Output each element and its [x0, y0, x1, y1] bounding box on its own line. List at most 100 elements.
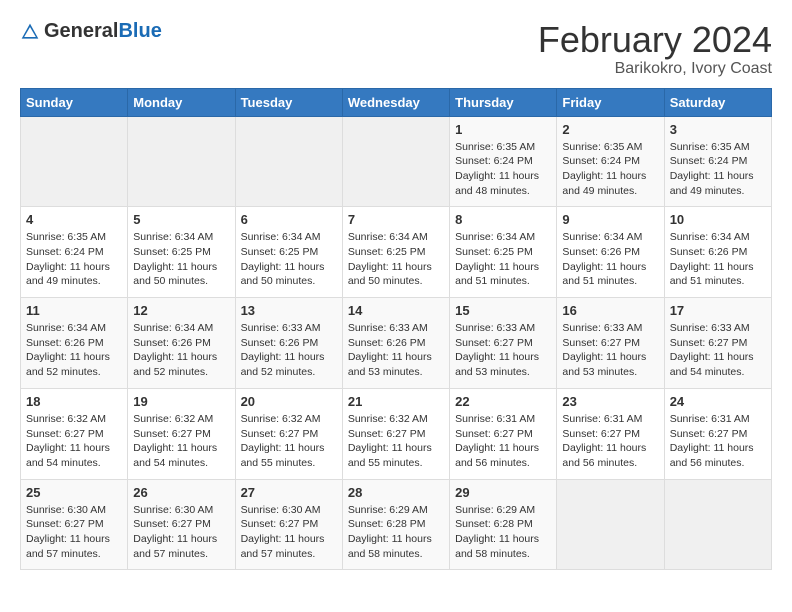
- header-cell-wednesday: Wednesday: [342, 88, 449, 116]
- day-detail: Sunrise: 6:33 AM Sunset: 6:26 PM Dayligh…: [241, 321, 337, 380]
- header-cell-thursday: Thursday: [450, 88, 557, 116]
- day-number: 24: [670, 394, 766, 409]
- day-detail: Sunrise: 6:31 AM Sunset: 6:27 PM Dayligh…: [455, 412, 551, 471]
- day-detail: Sunrise: 6:34 AM Sunset: 6:25 PM Dayligh…: [455, 230, 551, 289]
- calendar-cell: [235, 116, 342, 207]
- day-number: 28: [348, 485, 444, 500]
- day-detail: Sunrise: 6:29 AM Sunset: 6:28 PM Dayligh…: [348, 503, 444, 562]
- calendar-body: 1 Sunrise: 6:35 AM Sunset: 6:24 PM Daylig…: [21, 116, 772, 570]
- header-row: SundayMondayTuesdayWednesdayThursdayFrid…: [21, 88, 772, 116]
- day-number: 18: [26, 394, 122, 409]
- logo: GeneralBlue: [20, 20, 162, 43]
- day-detail: Sunrise: 6:31 AM Sunset: 6:27 PM Dayligh…: [562, 412, 658, 471]
- day-number: 10: [670, 212, 766, 227]
- calendar-cell: [342, 116, 449, 207]
- day-number: 25: [26, 485, 122, 500]
- day-detail: Sunrise: 6:34 AM Sunset: 6:25 PM Dayligh…: [133, 230, 229, 289]
- page-subtitle: Barikokro, Ivory Coast: [538, 60, 772, 78]
- day-number: 29: [455, 485, 551, 500]
- day-detail: Sunrise: 6:30 AM Sunset: 6:27 PM Dayligh…: [241, 503, 337, 562]
- calendar-cell: 12 Sunrise: 6:34 AM Sunset: 6:26 PM Dayli…: [128, 298, 235, 389]
- day-detail: Sunrise: 6:33 AM Sunset: 6:27 PM Dayligh…: [670, 321, 766, 380]
- calendar-week-row: 1 Sunrise: 6:35 AM Sunset: 6:24 PM Daylig…: [21, 116, 772, 207]
- day-number: 11: [26, 303, 122, 318]
- day-number: 20: [241, 394, 337, 409]
- calendar-cell: 28 Sunrise: 6:29 AM Sunset: 6:28 PM Dayli…: [342, 479, 449, 570]
- day-number: 14: [348, 303, 444, 318]
- day-number: 5: [133, 212, 229, 227]
- day-number: 2: [562, 122, 658, 137]
- day-detail: Sunrise: 6:34 AM Sunset: 6:25 PM Dayligh…: [348, 230, 444, 289]
- day-detail: Sunrise: 6:34 AM Sunset: 6:26 PM Dayligh…: [26, 321, 122, 380]
- calendar-cell: 2 Sunrise: 6:35 AM Sunset: 6:24 PM Daylig…: [557, 116, 664, 207]
- day-number: 22: [455, 394, 551, 409]
- day-detail: Sunrise: 6:32 AM Sunset: 6:27 PM Dayligh…: [348, 412, 444, 471]
- day-detail: Sunrise: 6:30 AM Sunset: 6:27 PM Dayligh…: [133, 503, 229, 562]
- day-number: 19: [133, 394, 229, 409]
- day-number: 21: [348, 394, 444, 409]
- calendar-week-row: 4 Sunrise: 6:35 AM Sunset: 6:24 PM Daylig…: [21, 207, 772, 298]
- day-number: 26: [133, 485, 229, 500]
- header-cell-monday: Monday: [128, 88, 235, 116]
- header-cell-friday: Friday: [557, 88, 664, 116]
- day-number: 9: [562, 212, 658, 227]
- day-number: 3: [670, 122, 766, 137]
- title-area: February 2024 Barikokro, Ivory Coast: [538, 20, 772, 78]
- calendar-cell: 7 Sunrise: 6:34 AM Sunset: 6:25 PM Daylig…: [342, 207, 449, 298]
- calendar-cell: 27 Sunrise: 6:30 AM Sunset: 6:27 PM Dayli…: [235, 479, 342, 570]
- header: GeneralBlue February 2024 Barikokro, Ivo…: [20, 20, 772, 78]
- logo-blue: Blue: [118, 20, 161, 42]
- header-cell-tuesday: Tuesday: [235, 88, 342, 116]
- day-number: 27: [241, 485, 337, 500]
- calendar-cell: 1 Sunrise: 6:35 AM Sunset: 6:24 PM Daylig…: [450, 116, 557, 207]
- calendar-week-row: 18 Sunrise: 6:32 AM Sunset: 6:27 PM Dayli…: [21, 388, 772, 479]
- header-cell-saturday: Saturday: [664, 88, 771, 116]
- day-detail: Sunrise: 6:29 AM Sunset: 6:28 PM Dayligh…: [455, 503, 551, 562]
- day-number: 8: [455, 212, 551, 227]
- day-number: 13: [241, 303, 337, 318]
- day-number: 16: [562, 303, 658, 318]
- calendar-cell: 23Sunrise: 6:31 AM Sunset: 6:27 PM Dayli…: [557, 388, 664, 479]
- calendar-cell: 5 Sunrise: 6:34 AM Sunset: 6:25 PM Daylig…: [128, 207, 235, 298]
- day-detail: Sunrise: 6:33 AM Sunset: 6:27 PM Dayligh…: [562, 321, 658, 380]
- calendar-cell: [664, 479, 771, 570]
- day-detail: Sunrise: 6:33 AM Sunset: 6:26 PM Dayligh…: [348, 321, 444, 380]
- day-number: 17: [670, 303, 766, 318]
- calendar-cell: 29 Sunrise: 6:29 AM Sunset: 6:28 PM Dayli…: [450, 479, 557, 570]
- header-cell-sunday: Sunday: [21, 88, 128, 116]
- day-detail: Sunrise: 6:35 AM Sunset: 6:24 PM Dayligh…: [670, 140, 766, 199]
- calendar-cell: 6 Sunrise: 6:34 AM Sunset: 6:25 PM Daylig…: [235, 207, 342, 298]
- day-detail: Sunrise: 6:30 AM Sunset: 6:27 PM Dayligh…: [26, 503, 122, 562]
- calendar-cell: 18 Sunrise: 6:32 AM Sunset: 6:27 PM Dayli…: [21, 388, 128, 479]
- day-number: 6: [241, 212, 337, 227]
- day-detail: Sunrise: 6:32 AM Sunset: 6:27 PM Dayligh…: [26, 412, 122, 471]
- day-detail: Sunrise: 6:35 AM Sunset: 6:24 PM Dayligh…: [562, 140, 658, 199]
- day-detail: Sunrise: 6:33 AM Sunset: 6:27 PM Dayligh…: [455, 321, 551, 380]
- day-number: 1: [455, 122, 551, 137]
- calendar-cell: 9 Sunrise: 6:34 AM Sunset: 6:26 PM Daylig…: [557, 207, 664, 298]
- calendar-cell: 17 Sunrise: 6:33 AM Sunset: 6:27 PM Dayli…: [664, 298, 771, 389]
- day-detail: Sunrise: 6:35 AM Sunset: 6:24 PM Dayligh…: [26, 230, 122, 289]
- calendar-cell: 19 Sunrise: 6:32 AM Sunset: 6:27 PM Dayli…: [128, 388, 235, 479]
- page-title: February 2024: [538, 20, 772, 60]
- day-number: 7: [348, 212, 444, 227]
- calendar-cell: 8 Sunrise: 6:34 AM Sunset: 6:25 PM Daylig…: [450, 207, 557, 298]
- day-detail: Sunrise: 6:34 AM Sunset: 6:26 PM Dayligh…: [133, 321, 229, 380]
- day-number: 15: [455, 303, 551, 318]
- day-detail: Sunrise: 6:34 AM Sunset: 6:25 PM Dayligh…: [241, 230, 337, 289]
- day-number: 12: [133, 303, 229, 318]
- calendar-cell: 10Sunrise: 6:34 AM Sunset: 6:26 PM Dayli…: [664, 207, 771, 298]
- calendar-cell: [21, 116, 128, 207]
- day-detail: Sunrise: 6:34 AM Sunset: 6:26 PM Dayligh…: [562, 230, 658, 289]
- calendar-week-row: 11 Sunrise: 6:34 AM Sunset: 6:26 PM Dayli…: [21, 298, 772, 389]
- day-detail: Sunrise: 6:32 AM Sunset: 6:27 PM Dayligh…: [133, 412, 229, 471]
- calendar-cell: 11 Sunrise: 6:34 AM Sunset: 6:26 PM Dayli…: [21, 298, 128, 389]
- day-detail: Sunrise: 6:35 AM Sunset: 6:24 PM Dayligh…: [455, 140, 551, 199]
- day-number: 4: [26, 212, 122, 227]
- logo-general: General: [44, 20, 118, 42]
- calendar-cell: 24Sunrise: 6:31 AM Sunset: 6:27 PM Dayli…: [664, 388, 771, 479]
- calendar-cell: 22 Sunrise: 6:31 AM Sunset: 6:27 PM Dayli…: [450, 388, 557, 479]
- calendar-cell: 16 Sunrise: 6:33 AM Sunset: 6:27 PM Dayli…: [557, 298, 664, 389]
- calendar-cell: 13 Sunrise: 6:33 AM Sunset: 6:26 PM Dayli…: [235, 298, 342, 389]
- calendar-cell: 20Sunrise: 6:32 AM Sunset: 6:27 PM Dayli…: [235, 388, 342, 479]
